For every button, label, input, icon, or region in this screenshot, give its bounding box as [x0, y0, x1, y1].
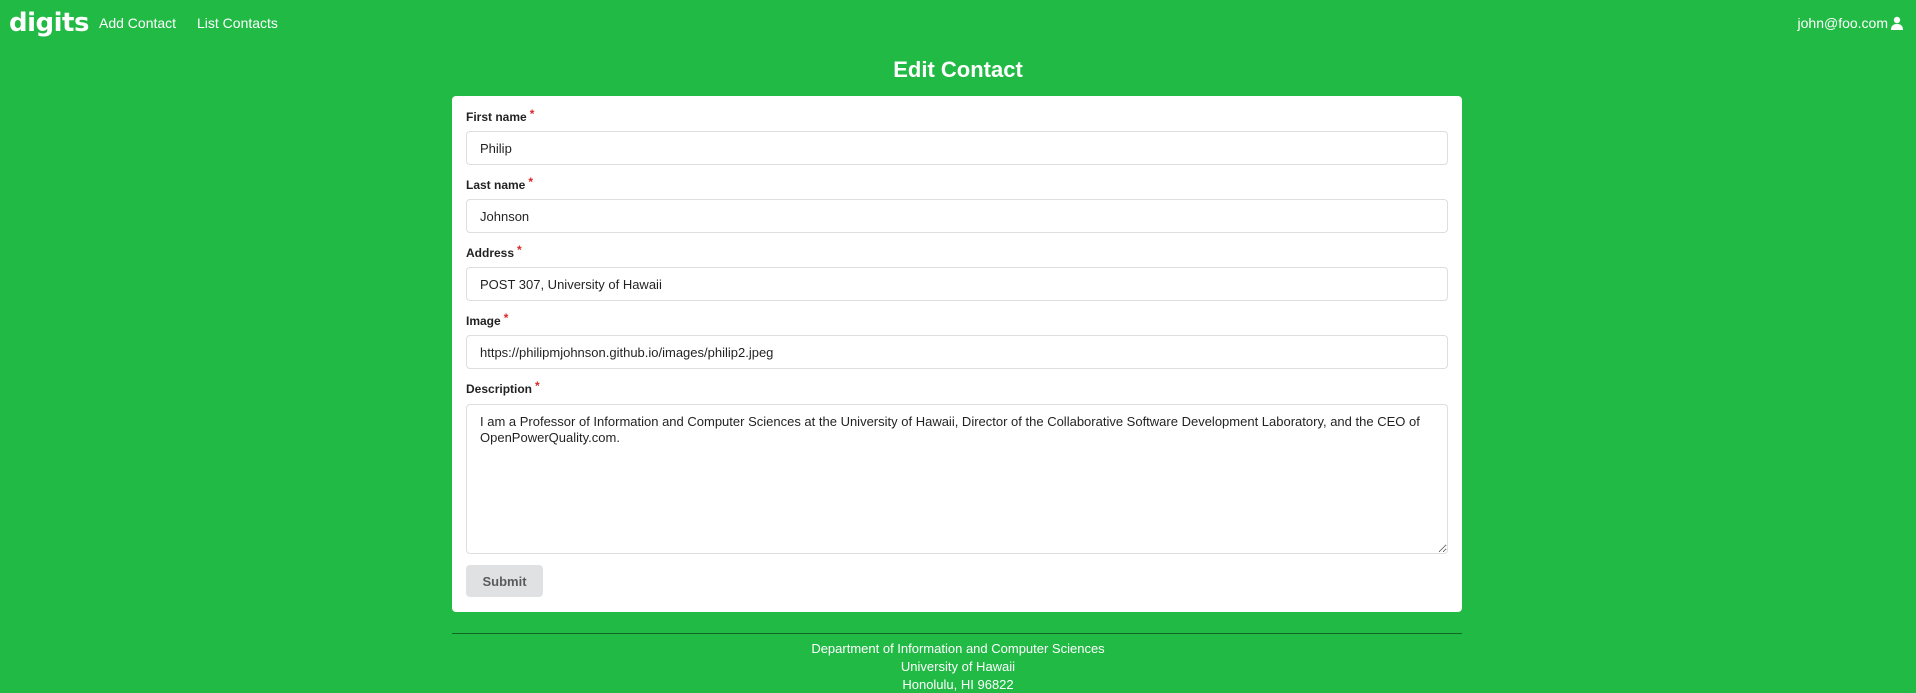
description-label: Description * [466, 379, 540, 396]
required-marker: * [529, 107, 535, 121]
edit-contact-form: First name* Last name* Address* Image* D… [452, 96, 1462, 612]
nav-add-contact[interactable]: Add Contact [99, 15, 176, 31]
first-name-input[interactable] [466, 131, 1448, 165]
image-url-input[interactable] [466, 335, 1448, 369]
submit-button[interactable]: Submit [466, 565, 543, 597]
image-label: Image * [466, 311, 509, 328]
footer-department: Department of Information and Computer S… [811, 641, 1105, 656]
footer-divider [452, 633, 1462, 634]
last-name-input[interactable] [466, 199, 1448, 233]
user-menu[interactable]: john@foo.com [1798, 15, 1904, 31]
required-marker: * [535, 379, 540, 393]
description-textarea[interactable]: I am a Professor of Information and Comp… [466, 404, 1448, 554]
user-email: john@foo.com [1797, 15, 1888, 31]
first-name-label-text: First name [466, 110, 527, 124]
brand-logo[interactable]: digits [9, 7, 89, 39]
first-name-label: First name * [466, 107, 535, 124]
footer-city: Honolulu, HI 96822 [902, 677, 1014, 692]
description-label-text: Description [466, 382, 533, 396]
footer-university: University of Hawaii [900, 659, 1016, 674]
last-name-label: Last name * [466, 175, 534, 192]
top-navbar: digits Add Contact List Contacts john@fo… [0, 0, 1916, 46]
required-marker: * [528, 175, 534, 189]
required-marker: * [517, 243, 522, 257]
required-marker: * [503, 311, 509, 325]
page-title: Edit Contact [893, 57, 1023, 82]
last-name-label-text: Last name [466, 178, 526, 192]
address-label-text: Address [466, 246, 515, 260]
nav-list-contacts[interactable]: List Contacts [197, 15, 278, 31]
address-label: Address * [466, 243, 522, 260]
user-icon [1891, 16, 1903, 30]
image-label-text: Image [466, 314, 501, 328]
address-input[interactable] [466, 267, 1448, 301]
